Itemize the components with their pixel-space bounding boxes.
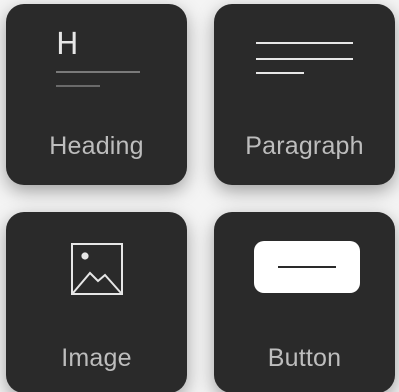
paragraph-icon — [256, 42, 353, 74]
image-block-tile[interactable]: Image — [6, 212, 187, 392]
paragraph-tile-label: Paragraph — [245, 132, 364, 160]
heading-tile-label: Heading — [49, 132, 144, 160]
image-icon — [71, 243, 123, 295]
paragraph-block-tile[interactable]: Paragraph — [214, 4, 395, 185]
button-block-tile[interactable]: Button — [214, 212, 395, 392]
heading-icon — [56, 71, 140, 87]
button-tile-label: Button — [267, 344, 342, 372]
image-tile-label: Image — [61, 344, 132, 372]
heading-block-tile[interactable]: H Heading — [6, 4, 187, 185]
button-icon — [254, 241, 360, 293]
